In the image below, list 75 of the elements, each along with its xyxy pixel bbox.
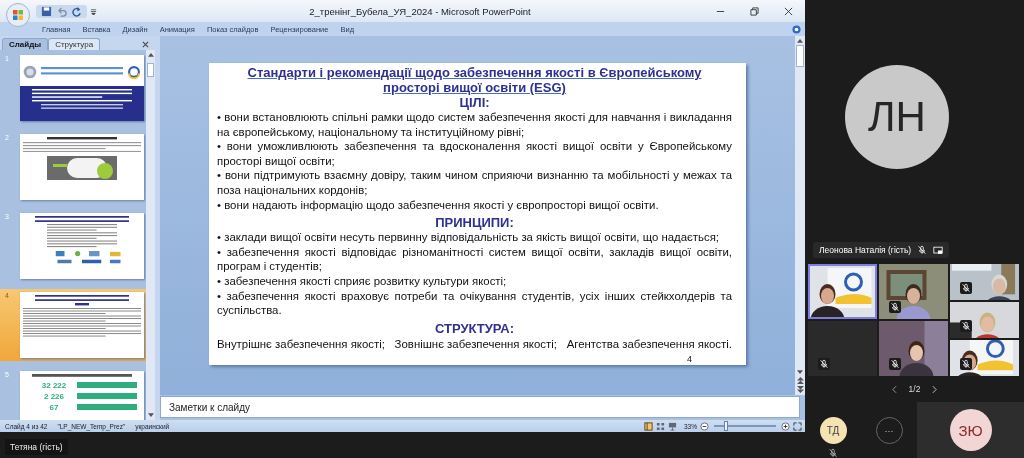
previous-icon[interactable] xyxy=(891,384,897,394)
text-lines-drawing xyxy=(46,137,118,140)
logo-icon xyxy=(127,65,141,79)
scroll-down-icon[interactable] xyxy=(147,413,154,418)
next-slide-icon[interactable] xyxy=(796,386,804,393)
bar-drawing xyxy=(77,404,137,410)
video-tile[interactable] xyxy=(950,302,1019,338)
bullet-text: • забезпечення якості враховує потреби та очікування студентів, усіх інших стейкхолдерів та суспільства. xyxy=(217,288,732,318)
mic-off-icon[interactable] xyxy=(818,358,830,370)
bullet-text: • забезпечення якості сприяє розвитку культури якості; xyxy=(217,273,508,289)
close-icon[interactable] xyxy=(783,6,793,16)
mic-off-icon[interactable] xyxy=(960,358,972,370)
notes-field[interactable]: Заметки к слайду xyxy=(160,396,800,418)
video-tile[interactable] xyxy=(950,264,1019,300)
screen-share-icon xyxy=(933,245,944,255)
thumbnail-text: 32 222 xyxy=(40,380,68,390)
participant-name: Тетяна (гість) xyxy=(5,439,68,455)
mic-off-icon[interactable] xyxy=(960,282,972,294)
previous-slide-icon[interactable] xyxy=(796,377,804,384)
participant-name: Леонова Наталія (гість) xyxy=(819,245,912,255)
pane-tab[interactable]: Структура xyxy=(48,38,101,50)
structure-item: Внутрішнє забезпечення якості; xyxy=(217,336,385,352)
video-tile[interactable] xyxy=(950,340,1019,376)
video-tile[interactable] xyxy=(879,321,948,376)
participant-tile[interactable]: ЗЮ xyxy=(917,402,1024,458)
slide-sorter-icon[interactable] xyxy=(656,421,665,431)
restore-icon[interactable] xyxy=(749,6,759,16)
structure-item: Агентства забезпечення якості. xyxy=(566,336,732,352)
section-heading: ЦІЛІ: xyxy=(458,95,491,110)
scrollbar[interactable] xyxy=(146,50,155,420)
close-icon[interactable] xyxy=(142,41,149,48)
section-heading: ПРИНЦИПИ: xyxy=(434,215,515,231)
crest-icon xyxy=(23,65,37,79)
bullet-text: • вони надають інформацію щодо забезпечення якості у європросторі вищої освіти. xyxy=(217,197,660,213)
bar-drawing xyxy=(77,393,137,399)
video-tile[interactable] xyxy=(879,264,948,319)
scroll-thumb[interactable] xyxy=(147,63,154,77)
scrollbar[interactable] xyxy=(795,36,805,395)
slide-title: Стандарти і рекомендації щодо забезпечення якості в Європейському просторі вищої освіти (ESG) xyxy=(246,65,703,95)
mic-off-icon[interactable] xyxy=(889,358,901,370)
bullet-text: • вони уможливлюють забезпечення та вдосконалення якості вищої освіти у Європейському просторі вищої освіти; xyxy=(217,139,732,169)
bar-drawing xyxy=(77,382,137,388)
bullet-text: • вони підтримують взаємну довіру, таким чином сприяючи визнанню та мобільності у межах та поза національних кордонів; xyxy=(217,168,732,198)
bullet-text: • вони встановлюють спільні рамки щодо систем забезпечення якості для навчання і викладання на європейському, національному та інституційному рівні; xyxy=(217,110,732,140)
pane-tab[interactable]: Слайды xyxy=(2,38,49,50)
thumbnail-text: 2 226 xyxy=(43,391,65,401)
thumbnail-text: 67 xyxy=(48,402,60,412)
page-indicator: 1/2 xyxy=(908,384,921,394)
avatar: ЛН xyxy=(845,65,949,169)
scroll-up-icon[interactable] xyxy=(797,38,803,43)
section-heading: СТРУКТУРА: xyxy=(433,320,516,336)
avatar: ТД xyxy=(819,417,847,444)
bullet-text: • заклади вищої освіти несуть первинну відповідальність за якість вищої освіти, що надається; xyxy=(217,230,720,245)
avatar: ЗЮ xyxy=(949,409,992,451)
save-icon[interactable] xyxy=(41,5,52,17)
redo-icon[interactable] xyxy=(71,5,82,17)
mic-off-icon[interactable] xyxy=(960,320,972,332)
photo-drawing xyxy=(47,156,117,181)
mic-off-icon[interactable] xyxy=(828,448,838,458)
customize-icon[interactable] xyxy=(90,7,97,15)
slideshow-icon[interactable] xyxy=(668,421,677,431)
scroll-down-icon[interactable] xyxy=(797,370,803,375)
structure-item: Зовнішнє забезпечення якості; xyxy=(394,336,557,352)
window-title: 2_тренінг_Бубела_УЯ_2024 - Microsoft PowerPoint xyxy=(308,5,532,17)
normal-view-icon[interactable] xyxy=(644,421,653,431)
next-icon[interactable] xyxy=(932,384,938,394)
zoom-out-icon[interactable] xyxy=(700,421,709,431)
video-tile[interactable] xyxy=(808,264,877,319)
zoom-in-icon[interactable] xyxy=(781,421,790,431)
scroll-thumb[interactable] xyxy=(796,45,804,67)
participant-tile[interactable] xyxy=(808,321,877,376)
bullet-text: • забезпечення якості відповідає різноманітності систем вищої освіти, закладів вищої освіти, програм і студентів; xyxy=(217,244,732,274)
scroll-up-icon[interactable] xyxy=(147,52,154,57)
mic-off-icon[interactable] xyxy=(889,301,901,313)
page-number: 4 xyxy=(686,353,693,364)
